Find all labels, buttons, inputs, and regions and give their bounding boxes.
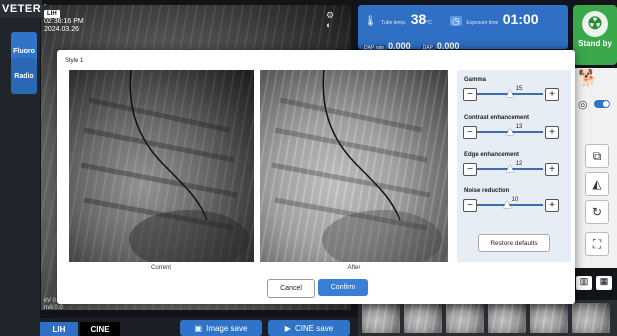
- current-image: [69, 70, 254, 262]
- gamma-minus-button[interactable]: −: [463, 88, 477, 101]
- standby-label: Stand by: [578, 39, 612, 48]
- tube-temp-value: 38: [410, 11, 427, 27]
- thumbnail[interactable]: [404, 303, 442, 333]
- image-save-icon: ▣: [194, 323, 203, 333]
- gamma-slider-thumb[interactable]: [506, 90, 514, 97]
- adjustment-panel: Gamma 15 − + Contrast enhancement 13 − +…: [457, 70, 571, 262]
- noise-slider-thumb[interactable]: [502, 201, 511, 208]
- noise-label: Noise reduction: [464, 188, 510, 194]
- tab-lih[interactable]: LIH: [40, 322, 78, 336]
- tab-cine[interactable]: CINE: [80, 322, 120, 336]
- noise-plus-button[interactable]: +: [545, 199, 559, 212]
- thumbnail[interactable]: [446, 303, 484, 333]
- image-date: 2024.03.26: [44, 26, 80, 33]
- contrast-plus-button[interactable]: +: [545, 126, 559, 139]
- rotate-icon[interactable]: ↻: [585, 200, 609, 224]
- contrast-minus-button[interactable]: −: [463, 126, 477, 139]
- contrast-slider-thumb[interactable]: [506, 128, 514, 135]
- toggle-switch[interactable]: [594, 100, 610, 108]
- tube-temp-label: Tube temp.: [381, 20, 407, 26]
- gamma-plus-button[interactable]: +: [545, 88, 559, 101]
- cine-save-icon: ▶: [284, 323, 291, 333]
- noise-minus-button[interactable]: −: [463, 199, 477, 212]
- cine-save-label: CINE save: [294, 323, 334, 333]
- cine-save-button[interactable]: ▶ CINE save: [268, 320, 350, 336]
- edge-minus-button[interactable]: −: [463, 163, 477, 176]
- thermometer-icon: 🌡: [364, 16, 377, 27]
- copy-icon[interactable]: ⧉: [585, 144, 609, 168]
- dog-icon[interactable]: 🐕: [578, 68, 598, 88]
- contrast-label: Contrast enhancement: [464, 115, 530, 121]
- lih-tag: LIH: [44, 10, 60, 18]
- clock-icon: ◷: [450, 16, 462, 26]
- thumbnail[interactable]: [530, 303, 568, 333]
- fit-screen-icon[interactable]: ⛶: [585, 232, 609, 256]
- caption-current: Current: [150, 265, 171, 271]
- ma-readout: mA 0.0: [44, 305, 63, 311]
- layout-icon[interactable]: ▥: [576, 276, 592, 290]
- image-save-button[interactable]: ▣ Image save: [180, 320, 262, 336]
- edge-slider-thumb[interactable]: [506, 165, 514, 172]
- image-time: 02:36:16 PM: [44, 18, 84, 25]
- status-panel: 🌡 Tube temp. 38°C ◷ Exposure time 01:00 …: [358, 5, 568, 51]
- dialog-title: Style 1: [65, 58, 84, 64]
- cancel-button[interactable]: Cancel: [267, 279, 315, 298]
- image-adjust-dialog: Style 1 Current After Gamma 15 − + Contr…: [57, 50, 575, 304]
- restore-defaults-button[interactable]: Restore defaults: [478, 234, 550, 252]
- standby-button[interactable]: ☢ Stand by: [573, 5, 617, 65]
- overlay-icon[interactable]: ◎: [578, 98, 588, 111]
- flip-icon[interactable]: ◭: [585, 172, 609, 196]
- grid-icon[interactable]: ▦: [596, 276, 612, 290]
- display-icon[interactable]: ◐: [326, 20, 331, 30]
- image-save-label: Image save: [206, 323, 248, 333]
- exposure-time: ◷ Exposure time 01:00: [450, 11, 539, 29]
- gamma-label: Gamma: [464, 77, 487, 83]
- caption-after: After: [347, 265, 361, 271]
- confirm-button[interactable]: Confirm: [318, 279, 368, 296]
- exposure-value: 01:00: [502, 11, 539, 27]
- thumbnail[interactable]: [488, 303, 526, 333]
- tube-temp-unit: °C: [426, 20, 432, 26]
- brand-logo: VETERA: [0, 0, 49, 18]
- tube-temp: 🌡 Tube temp. 38°C: [364, 11, 432, 29]
- image-info: LIH 02:36:16 PM 2024.03.26: [44, 10, 84, 34]
- exposure-label: Exposure time: [466, 20, 499, 26]
- edge-plus-button[interactable]: +: [545, 163, 559, 176]
- rail-item-radio[interactable]: Radio: [11, 58, 37, 94]
- edge-label: Edge enhancement: [464, 152, 520, 158]
- after-image: [260, 70, 448, 262]
- thumbnail[interactable]: [572, 303, 610, 333]
- radiation-icon: ☢: [582, 11, 608, 37]
- thumbnail[interactable]: [362, 303, 400, 333]
